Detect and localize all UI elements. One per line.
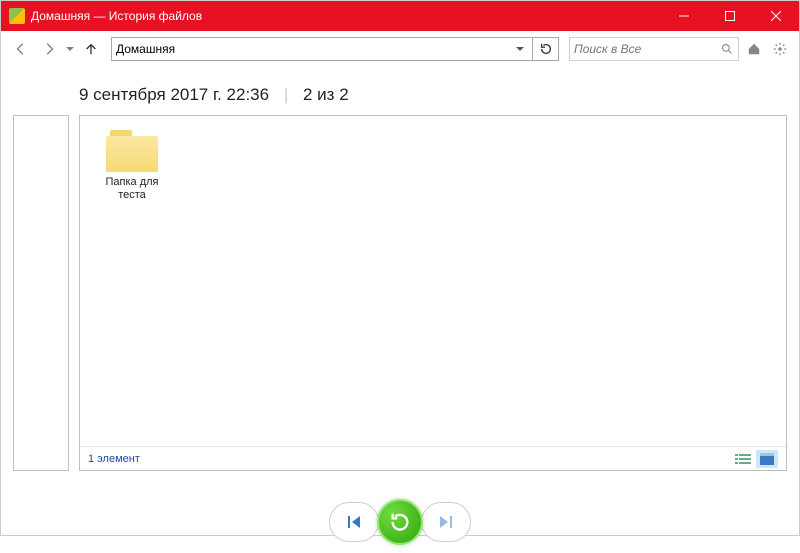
- refresh-button[interactable]: [533, 37, 559, 61]
- history-dropdown[interactable]: [65, 37, 75, 61]
- folder-icon: [106, 130, 158, 172]
- tree-pane[interactable]: [13, 115, 69, 471]
- version-controls: [1, 491, 799, 553]
- close-button[interactable]: [753, 1, 799, 31]
- app-icon: [9, 8, 25, 24]
- main-area: 9 сентября 2017 г. 22:36 | 2 из 2 Папка …: [1, 85, 799, 491]
- restore-button[interactable]: [377, 499, 423, 545]
- minimize-button[interactable]: [661, 1, 707, 31]
- home-button[interactable]: [743, 38, 765, 60]
- up-button[interactable]: [79, 37, 103, 61]
- address-bar[interactable]: [111, 37, 533, 61]
- window-title: Домашняя — История файлов: [31, 9, 202, 23]
- next-version-button[interactable]: [422, 514, 470, 530]
- address-input[interactable]: [116, 42, 513, 56]
- previous-version-button[interactable]: [330, 514, 378, 530]
- content-pane: Папка для теста 1 элемент: [79, 115, 787, 471]
- back-button[interactable]: [9, 37, 33, 61]
- item-label: Папка для теста: [94, 176, 170, 202]
- maximize-button[interactable]: [707, 1, 753, 31]
- search-input[interactable]: [574, 42, 719, 56]
- version-header: 9 сентября 2017 г. 22:36 | 2 из 2: [79, 85, 787, 105]
- status-text: 1 элемент: [88, 453, 140, 465]
- folder-item[interactable]: Папка для теста: [94, 130, 170, 202]
- version-timestamp: 9 сентября 2017 г. 22:36: [79, 85, 269, 104]
- address-dropdown[interactable]: [513, 45, 528, 53]
- forward-button[interactable]: [37, 37, 61, 61]
- search-icon: [719, 43, 734, 55]
- settings-button[interactable]: [769, 38, 791, 60]
- navigation-toolbar: [1, 31, 799, 67]
- search-box[interactable]: [569, 37, 739, 61]
- details-view-button[interactable]: [732, 450, 754, 468]
- items-area[interactable]: Папка для теста: [80, 116, 786, 446]
- icons-view-button[interactable]: [756, 450, 778, 468]
- version-counter: 2 из 2: [303, 85, 349, 104]
- status-bar: 1 элемент: [80, 446, 786, 470]
- title-bar: Домашняя — История файлов: [1, 1, 799, 31]
- separator: |: [284, 85, 288, 104]
